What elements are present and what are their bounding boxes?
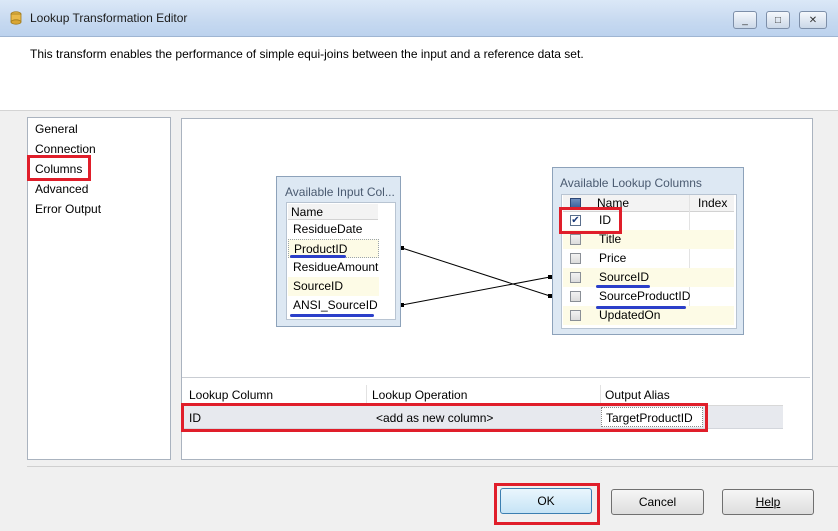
lookup-column-sourceproductid: SourceProductID	[599, 289, 691, 303]
grid-row-highlight	[181, 403, 708, 432]
lookup-checkbox-updatedon[interactable]	[570, 310, 581, 321]
input-columns-header: Name	[288, 204, 378, 220]
nav-item-general[interactable]: General	[35, 122, 78, 136]
nav-item-advanced[interactable]: Advanced	[35, 182, 88, 196]
columns-highlight	[27, 155, 91, 181]
grid-header-divider	[366, 385, 367, 405]
app-icon	[10, 11, 22, 25]
ok-highlight	[494, 483, 600, 525]
cancel-button[interactable]: Cancel	[611, 489, 704, 515]
grid-header-divider	[600, 385, 601, 405]
lookup-header-index: Index	[698, 196, 728, 210]
ansi-sourceid-underline	[290, 314, 374, 317]
input-columns-title: Available Input Col...	[285, 185, 395, 199]
footer-separator	[27, 466, 838, 467]
lookup-checkbox-title[interactable]	[570, 234, 581, 245]
id-highlight	[559, 207, 622, 234]
sourceid-underline	[596, 285, 650, 288]
input-column-sourceid[interactable]: SourceID	[288, 277, 379, 296]
productid-underline	[290, 255, 346, 258]
window-title: Lookup Transformation Editor	[30, 11, 188, 25]
nav-item-connection[interactable]: Connection	[35, 142, 96, 156]
input-column-residuedate[interactable]: ResidueDate	[288, 220, 379, 239]
lookup-row-price[interactable]	[563, 249, 734, 268]
help-button[interactable]: Help	[722, 489, 814, 515]
grid-header-lookup-operation[interactable]: Lookup Operation	[372, 388, 467, 402]
maximize-button[interactable]: □	[766, 11, 790, 29]
description-text: This transform enables the performance o…	[30, 47, 584, 61]
input-column-residueamount[interactable]: ResidueAmount	[288, 258, 379, 277]
minimize-button[interactable]: _	[733, 11, 757, 29]
lookup-checkbox-sourceid[interactable]	[570, 272, 581, 283]
lookup-checkbox-sourceproductid[interactable]	[570, 291, 581, 302]
lookup-column-price: Price	[599, 251, 627, 265]
grid-header-output-alias[interactable]: Output Alias	[605, 388, 670, 402]
close-button[interactable]: ✕	[799, 11, 827, 29]
grid-header-lookup-column[interactable]: Lookup Column	[189, 388, 273, 402]
lookup-checkbox-price[interactable]	[570, 253, 581, 264]
nav-item-error-output[interactable]: Error Output	[35, 202, 101, 216]
input-column-ansi-sourceid[interactable]: ANSI_SourceID	[288, 296, 379, 315]
sourceproductid-underline	[596, 306, 686, 309]
lookup-columns-title: Available Lookup Columns	[560, 176, 702, 190]
